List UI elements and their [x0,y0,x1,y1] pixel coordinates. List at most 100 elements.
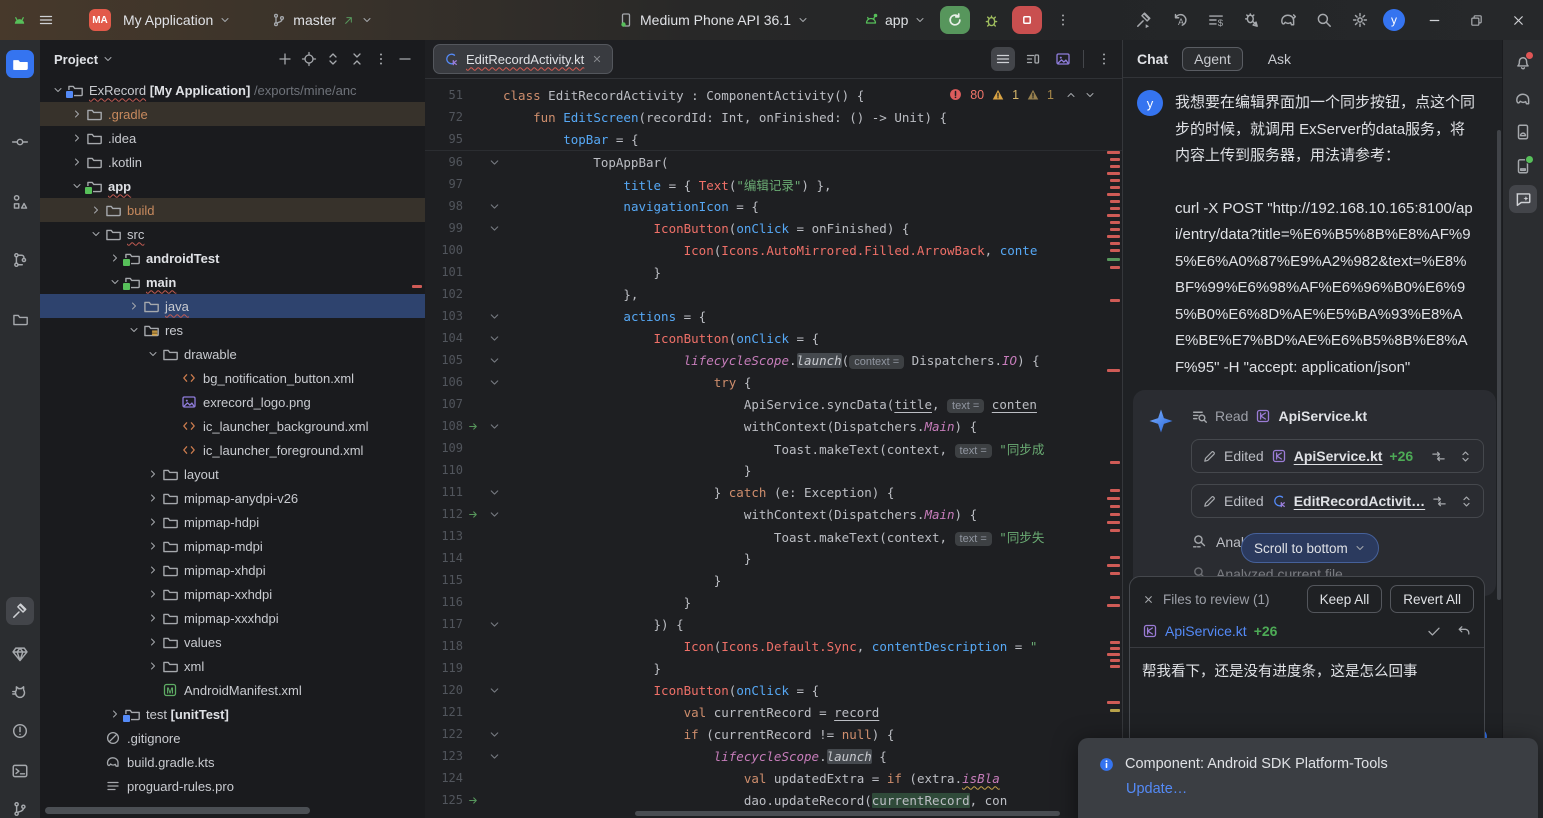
structure-icon[interactable] [6,188,34,216]
keep-all-button[interactable]: Keep All [1307,585,1383,613]
chevron-down-icon[interactable] [69,180,85,192]
app-insights-icon[interactable] [6,640,34,668]
code-line-112[interactable]: 112 withContext(Dispatchers.Main) { [425,503,1122,525]
code-line-104[interactable]: 104 IconButton(onClick = { [425,327,1122,349]
stop-button[interactable] [1012,6,1042,34]
code-line-113[interactable]: 113 Toast.makeText(context, text = "同步失 [425,525,1122,547]
inspections-widget[interactable]: 80 1 1 [948,87,1096,102]
chevron-right-icon[interactable] [145,564,161,576]
device-selector[interactable]: Medium Phone API 36.1 [612,9,815,31]
code-line-102[interactable]: 102 }, [425,283,1122,305]
chevron-down-icon[interactable] [126,324,142,336]
accept-change-icon[interactable] [1426,623,1442,639]
chevron-right-icon[interactable] [69,132,85,144]
warning-stripe-mark[interactable] [1110,709,1120,712]
error-stripe-mark[interactable] [1110,165,1120,168]
next-issue-icon[interactable] [1084,89,1096,101]
read-file-row[interactable]: Read ApiService.kt [1191,404,1484,428]
tree-row-ic_launcher_background.xml[interactable]: ic_launcher_background.xml [40,414,425,438]
editor-split-view-button[interactable] [1021,47,1045,71]
error-stripe-mark[interactable] [1110,641,1120,644]
edited-file-name[interactable]: ApiService.kt [1294,448,1383,464]
tree-row-mipmap-xxxhdpi[interactable]: mipmap-xxxhdpi [40,606,425,630]
terminal-icon[interactable] [6,757,34,785]
error-stripe-mark[interactable] [1110,529,1120,532]
chevron-down-icon[interactable] [107,276,123,288]
error-stripe[interactable] [1106,79,1122,818]
settings-button[interactable] [1347,7,1373,33]
expand-card-icon[interactable] [1459,494,1474,509]
tree-row-mipmap-anydpi-v26[interactable]: mipmap-anydpi-v26 [40,486,425,510]
error-stripe-mark[interactable] [1110,266,1120,269]
code-line-107[interactable]: 107 ApiService.syncData(title, text = co… [425,393,1122,415]
error-stripe-mark[interactable] [1110,200,1120,203]
error-stripe-mark[interactable] [1107,701,1120,704]
tree-row-.kotlin[interactable]: .kotlin [40,150,425,174]
code-line-121[interactable]: 121 val currentRecord = record [425,701,1122,723]
gradle-sync-button[interactable] [1275,7,1301,33]
locate-file-button[interactable] [297,47,321,71]
collapse-review-icon[interactable] [1142,593,1155,606]
code-line-95[interactable]: 95 topBar = { [425,128,1122,151]
fold-icon[interactable] [485,354,503,367]
project-hscrollbar[interactable] [45,807,310,814]
branch-selector[interactable]: master [265,9,379,31]
code-line-103[interactable]: 103 actions = { [425,305,1122,327]
tree-row-values[interactable]: values [40,630,425,654]
error-stripe-mark[interactable] [1107,521,1120,524]
device-manager-icon[interactable] [1509,118,1537,146]
notification-toast[interactable]: Component: Android SDK Platform-Tools Up… [1078,738,1538,818]
vcs-graph-icon[interactable] [6,246,34,274]
code-area[interactable]: 51class EditRecordActivity : ComponentAc… [425,79,1122,818]
chevron-right-icon[interactable] [145,636,161,648]
fold-icon[interactable] [485,750,503,763]
chevron-right-icon[interactable] [88,204,104,216]
code-line-96[interactable]: 96 TopAppBar( [425,151,1122,173]
run-more-button[interactable] [1050,7,1076,33]
error-stripe-mark[interactable] [1110,659,1120,662]
error-stripe-mark[interactable] [1110,249,1120,252]
tree-row-main[interactable]: main [40,270,425,294]
profiler-button[interactable]: $ [1203,7,1229,33]
chevron-down-icon[interactable] [50,84,66,96]
code-line-125[interactable]: 125 dao.updateRecord(currentRecord, con [425,789,1122,811]
tree-row-AndroidManifest.xml[interactable]: MAndroidManifest.xml [40,678,425,702]
fold-icon[interactable] [485,486,503,499]
change-stripe-mark[interactable] [1107,258,1120,261]
chevron-right-icon[interactable] [107,252,123,264]
chevron-right-icon[interactable] [145,540,161,552]
code-line-124[interactable]: 124 val updatedExtra = if (extra.isBla [425,767,1122,789]
logcat-icon[interactable] [6,678,34,706]
notifications-icon[interactable] [1509,48,1537,76]
add-button[interactable] [273,47,297,71]
show-diff-icon[interactable] [1431,449,1446,464]
tree-row-xml[interactable]: xml [40,654,425,678]
code-line-98[interactable]: 98 navigationIcon = { [425,195,1122,217]
error-stripe-mark[interactable] [1110,228,1120,231]
error-stripe-mark[interactable] [1110,489,1120,492]
error-stripe-mark[interactable] [1107,214,1120,217]
code-line-118[interactable]: 118 Icon(Icons.Default.Sync, contentDesc… [425,635,1122,657]
error-stripe-mark[interactable] [1110,513,1120,516]
chevron-right-icon[interactable] [145,660,161,672]
options-button[interactable] [369,47,393,71]
error-stripe-mark[interactable] [1110,242,1120,245]
expand-card-icon[interactable] [1458,449,1473,464]
expand-all-button[interactable] [321,47,345,71]
chevron-right-icon[interactable] [69,108,85,120]
editor-tab[interactable]: EditRecordActivity.kt [433,44,613,74]
tree-row-proguard-rules.pro[interactable]: proguard-rules.pro [40,774,425,798]
tree-row-drawable[interactable]: drawable [40,342,425,366]
error-stripe-mark[interactable] [1107,653,1120,656]
edited-file-name[interactable]: EditRecordActivit… [1294,493,1425,509]
tree-row-androidTest[interactable]: androidTest [40,246,425,270]
code-line-116[interactable]: 116 } [425,591,1122,613]
error-stripe-mark[interactable] [1110,665,1120,668]
error-stripe-mark[interactable] [1110,461,1120,464]
project-icon[interactable] [6,50,34,78]
fold-icon[interactable] [485,200,503,213]
error-stripe-mark[interactable] [1110,572,1120,575]
user-avatar[interactable]: y [1383,9,1405,31]
close-tab-icon[interactable] [591,53,603,65]
fold-icon[interactable] [485,222,503,235]
